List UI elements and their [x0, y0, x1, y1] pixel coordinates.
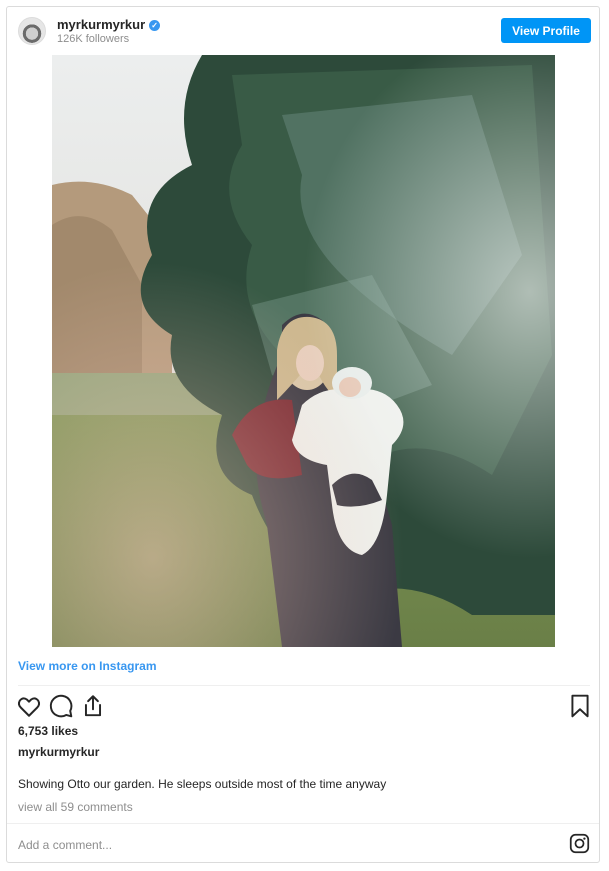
verified-badge-icon: ✓	[149, 20, 161, 31]
bookmark-icon[interactable]	[567, 693, 593, 719]
post-photo[interactable]	[52, 55, 555, 647]
instagram-embed-card: myrkurmyrkur ✓ 126K followers View Profil…	[6, 6, 600, 863]
divider	[18, 685, 590, 686]
post-actions	[7, 691, 599, 721]
heart-icon[interactable]	[16, 693, 42, 719]
username-link[interactable]: myrkurmyrkur ✓	[57, 17, 161, 32]
caption-username[interactable]: myrkurmyrkur	[18, 745, 99, 759]
instagram-logo-icon[interactable]	[569, 833, 590, 854]
divider	[7, 823, 599, 824]
view-profile-button[interactable]: View Profile	[501, 18, 591, 43]
follower-count: 126K followers	[57, 33, 130, 45]
add-comment-input[interactable]	[18, 838, 538, 852]
avatar[interactable]	[18, 17, 46, 45]
post-media[interactable]	[7, 55, 599, 647]
post-header: myrkurmyrkur ✓ 126K followers View Profil…	[7, 7, 599, 55]
like-count[interactable]: 6,753 likes	[18, 724, 78, 738]
comment-icon[interactable]	[48, 693, 74, 719]
view-more-on-instagram-link[interactable]: View more on Instagram	[18, 659, 157, 673]
photo-illustration	[52, 55, 555, 647]
username-text: myrkurmyrkur	[57, 17, 146, 32]
post-caption: Showing Otto our garden. He sleeps outsi…	[18, 777, 387, 791]
share-icon[interactable]	[80, 693, 106, 719]
view-all-comments-link[interactable]: view all 59 comments	[18, 800, 133, 814]
